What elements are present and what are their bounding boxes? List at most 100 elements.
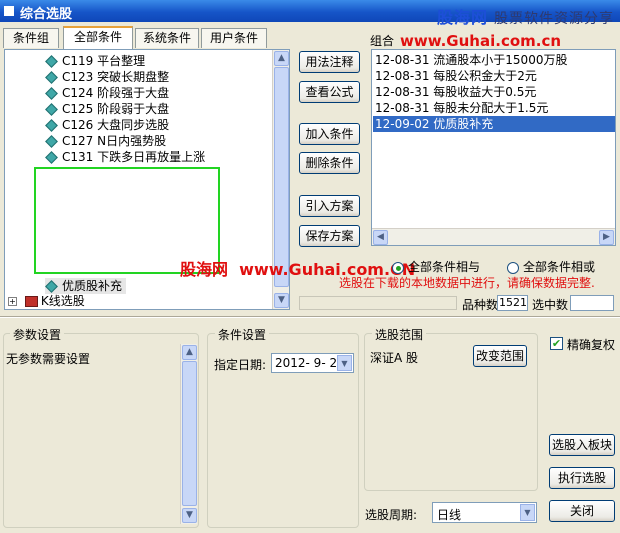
combo-item[interactable]: 12-08-31 每股未分配大于1.5元 xyxy=(373,100,615,116)
scroll-right-icon[interactable]: ▶ xyxy=(599,230,614,245)
combo-item[interactable]: 12-08-31 每股公积金大于2元 xyxy=(373,68,615,84)
watermark-url: www.Guhai.com.cn xyxy=(400,32,562,50)
chevron-down-icon[interactable]: ▼ xyxy=(520,504,535,521)
tree-item[interactable]: C131 下跌多日再放量上涨 xyxy=(9,149,271,165)
tree-item-code: C127 xyxy=(62,134,94,148)
scroll-down-icon[interactable]: ▼ xyxy=(274,293,289,308)
condition-icon xyxy=(45,280,58,293)
tree-item[interactable]: C126 大盘同步选股 xyxy=(9,117,271,133)
watermark-mid-logo: 股海网 xyxy=(180,260,229,279)
save-scheme-button[interactable]: 保存方案 xyxy=(299,225,360,247)
date-label: 指定日期: xyxy=(214,358,267,372)
params-title: 参数设置 xyxy=(10,326,65,343)
tree-item-code: C126 xyxy=(62,118,94,132)
scroll-up-icon[interactable]: ▲ xyxy=(182,345,197,360)
tree-item-code: C123 xyxy=(62,70,94,84)
change-range-button[interactable]: 改变范围 xyxy=(473,345,527,367)
params-area: 无参数需要设置 ▲ ▼ xyxy=(4,344,198,524)
view-formula-button[interactable]: 查看公式 xyxy=(299,81,360,103)
scroll-thumb[interactable] xyxy=(274,67,289,287)
tab-user-conditions[interactable]: 用户条件 xyxy=(201,28,267,48)
radio-or-label: 全部条件相或 xyxy=(523,260,596,274)
tree-item[interactable]: C119 平台整理 xyxy=(9,53,271,69)
condition-icon xyxy=(45,151,58,164)
tree-item-label: 大盘同步选股 xyxy=(97,118,170,132)
add-condition-button[interactable]: 加入条件 xyxy=(299,123,360,145)
execute-select-button[interactable]: 执行选股 xyxy=(549,467,615,489)
scroll-thumb[interactable] xyxy=(182,361,197,506)
date-value: 2012- 9- 2 xyxy=(275,356,338,370)
add-to-board-button[interactable]: 选股入板块 xyxy=(549,434,615,456)
tree-item-custom[interactable]: 优质股补充 xyxy=(45,278,127,294)
count-label: 品种数 xyxy=(462,298,499,312)
combo-item[interactable]: 12-08-31 流通股本小于15000万股 xyxy=(373,52,615,68)
period-value: 日线 xyxy=(437,508,462,522)
tree-item[interactable]: C123 突破长期盘整 xyxy=(9,69,271,85)
combo-hscrollbar[interactable]: ◀ ▶ xyxy=(372,228,615,245)
range-value: 深证A 股 xyxy=(370,351,419,365)
condition-icon xyxy=(45,87,58,100)
params-text: 无参数需要设置 xyxy=(6,352,91,366)
progress-bar xyxy=(299,296,457,310)
close-button[interactable]: 关闭 xyxy=(549,500,615,522)
combo-item-selected[interactable]: 12-09-02 优质股补充 xyxy=(373,116,615,132)
radio-and[interactable]: 全部条件相与 xyxy=(392,258,480,275)
condition-icon xyxy=(45,55,58,68)
notice-text: 选股在下载的本地数据中进行，请确保数据完整. xyxy=(339,276,595,290)
combo-items: 12-08-31 流通股本小于15000万股 12-08-31 每股公积金大于2… xyxy=(373,52,615,132)
params-scrollbar[interactable]: ▲ ▼ xyxy=(180,344,197,524)
tree-item[interactable]: C127 N日内强势股 xyxy=(9,133,271,149)
tree-list: C119 平台整理 C123 突破长期盘整 C124 阶段强于大盘 C125 阶… xyxy=(9,53,271,165)
date-picker[interactable]: 2012- 9- 2 ▼ xyxy=(271,353,354,373)
chevron-down-icon[interactable]: ▼ xyxy=(337,355,352,371)
tree-item[interactable]: C125 阶段弱于大盘 xyxy=(9,101,271,117)
exact-adjust-checkbox[interactable]: ✔ xyxy=(550,337,563,350)
tab-system-conditions[interactable]: 系统条件 xyxy=(135,28,199,48)
window-icon xyxy=(4,6,14,16)
selected-label: 选中数 xyxy=(532,298,569,312)
tree-folder-kline[interactable]: + K线选股 xyxy=(8,293,85,309)
tree-item-label: 突破长期盘整 xyxy=(97,70,170,84)
count-value: 1521 xyxy=(497,295,528,311)
tree-item-label: N日内强势股 xyxy=(97,134,167,148)
usage-notes-button[interactable]: 用法注释 xyxy=(299,51,360,73)
title-bar: 综合选股 股海网 股票软件资源分享 xyxy=(0,0,620,27)
combo-label: 组合 xyxy=(370,34,395,48)
condition-icon xyxy=(45,71,58,84)
tree-item-code: C119 xyxy=(62,54,94,68)
tree-item-label: 优质股补充 xyxy=(62,279,123,293)
radio-and-icon[interactable] xyxy=(392,261,404,274)
condition-icon xyxy=(45,119,58,132)
tree-item-code: C131 xyxy=(62,150,94,164)
tab-all-conditions[interactable]: 全部条件 xyxy=(63,26,133,49)
radio-or[interactable]: 全部条件相或 xyxy=(507,258,595,275)
tree-item[interactable]: C124 阶段强于大盘 xyxy=(9,85,271,101)
radio-or-icon[interactable] xyxy=(507,261,519,274)
tree-item-label: 下跌多日再放量上涨 xyxy=(97,150,206,164)
separator xyxy=(0,316,620,318)
scroll-up-icon[interactable]: ▲ xyxy=(274,51,289,66)
tab-condition-group[interactable]: 条件组 xyxy=(3,28,59,48)
scroll-left-icon[interactable]: ◀ xyxy=(373,230,388,245)
tree-item-code: C125 xyxy=(62,102,94,116)
period-label: 选股周期: xyxy=(365,508,418,522)
folder-icon xyxy=(24,296,38,307)
selected-value xyxy=(570,295,614,311)
cond-title: 条件设置 xyxy=(215,326,270,343)
combo-list[interactable]: 12-08-31 流通股本小于15000万股 12-08-31 每股公积金大于2… xyxy=(371,49,616,246)
scroll-down-icon[interactable]: ▼ xyxy=(182,508,197,523)
delete-condition-button[interactable]: 删除条件 xyxy=(299,152,360,174)
watermark-slogan: 股票软件资源分享 xyxy=(494,11,614,27)
range-title: 选股范围 xyxy=(372,326,427,343)
period-select[interactable]: 日线 ▼ xyxy=(432,502,537,523)
tree-folder-label: K线选股 xyxy=(40,294,85,308)
combo-item[interactable]: 12-08-31 每股收益大于0.5元 xyxy=(373,84,615,100)
exact-adjust-label: 精确复权 xyxy=(567,338,616,352)
radio-and-label: 全部条件相与 xyxy=(408,260,481,274)
watermark-logo: 股海网 股票软件资源分享 xyxy=(437,4,614,28)
expand-icon[interactable]: + xyxy=(8,297,17,306)
tree-item-label: 平台整理 xyxy=(97,54,146,68)
window-title: 综合选股 xyxy=(20,7,73,22)
import-scheme-button[interactable]: 引入方案 xyxy=(299,195,360,217)
condition-icon xyxy=(45,103,58,116)
